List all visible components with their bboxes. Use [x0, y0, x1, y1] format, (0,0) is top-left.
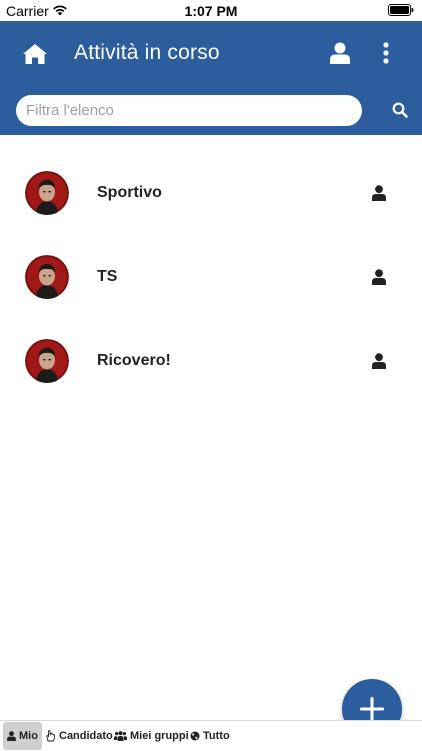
- bottom-tab-bar: Mio Candidato Miei gruppi Tutto: [0, 720, 422, 751]
- hand-icon: [46, 730, 55, 742]
- tab-miei-gruppi[interactable]: Miei gruppi: [114, 722, 189, 750]
- tab-mio[interactable]: Mio: [3, 722, 42, 750]
- user-icon: [7, 731, 16, 741]
- tab-tutto[interactable]: Tutto: [190, 722, 230, 750]
- tab-label: Candidato: [59, 730, 113, 742]
- user-icon: [372, 185, 386, 201]
- page-title: Attività in corso: [74, 41, 220, 64]
- list-item[interactable]: TS: [0, 235, 422, 319]
- tab-candidato[interactable]: Candidato: [45, 722, 113, 750]
- plus-icon: [360, 697, 384, 721]
- user-icon[interactable]: [330, 42, 350, 64]
- more-vertical-icon[interactable]: [381, 42, 391, 64]
- clock: 1:07 PM: [184, 3, 238, 19]
- task-list: Sportivo TS Ricovero!: [0, 151, 422, 403]
- battery-icon: [388, 4, 414, 16]
- task-name: Sportivo: [97, 184, 162, 201]
- status-bar: Carrier 1:07 PM: [0, 0, 422, 21]
- tab-label: Miei gruppi: [130, 730, 189, 742]
- tab-label: Tutto: [203, 730, 230, 742]
- group-icon: [114, 731, 127, 741]
- avatar: [25, 255, 69, 299]
- avatar: [25, 171, 69, 215]
- list-item[interactable]: Sportivo: [0, 151, 422, 235]
- home-icon[interactable]: [22, 43, 48, 65]
- search-icon[interactable]: [392, 102, 408, 118]
- search-bar: [0, 86, 422, 135]
- user-icon: [372, 353, 386, 369]
- avatar: [25, 339, 69, 383]
- task-name: TS: [97, 268, 118, 285]
- globe-icon: [190, 731, 200, 741]
- app-header: Attività in corso: [0, 21, 422, 86]
- tab-label: Mio: [19, 730, 38, 742]
- task-name: Ricovero!: [97, 352, 171, 369]
- search-input[interactable]: [16, 95, 362, 126]
- list-item[interactable]: Ricovero!: [0, 319, 422, 403]
- user-icon: [372, 269, 386, 285]
